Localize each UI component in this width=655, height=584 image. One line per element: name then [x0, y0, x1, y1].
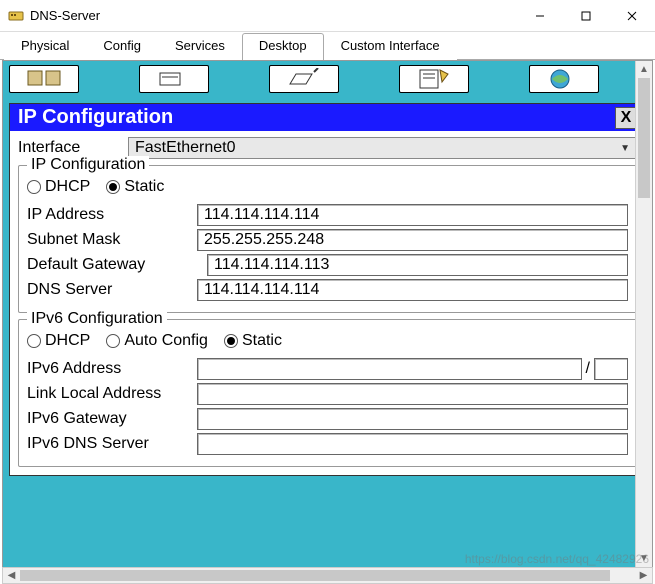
ipv4-fieldset: IP Configuration DHCP Static IP Address1… — [18, 165, 637, 313]
horizontal-scrollbar[interactable]: ◀ ▶ — [2, 567, 653, 584]
ipv6-fieldset: IPv6 Configuration DHCP Auto Config Stat… — [18, 319, 637, 467]
ipv6-dns-label: IPv6 DNS Server — [27, 435, 197, 453]
tab-custom-interface[interactable]: Custom Interface — [324, 33, 457, 60]
ipv6-static-radio[interactable]: Static — [224, 332, 282, 350]
ipv6-prefix-input[interactable] — [594, 358, 628, 380]
desktop-icon-strip — [3, 61, 652, 97]
main-tab-bar: Physical Config Services Desktop Custom … — [0, 32, 655, 60]
ipv4-legend: IP Configuration — [27, 156, 149, 174]
desktop-app-card[interactable] — [529, 65, 599, 93]
desktop-app-card[interactable] — [399, 65, 469, 93]
ip-configuration-panel: IP Configuration X Interface FastEtherne… — [9, 103, 646, 476]
window-title: DNS-Server — [30, 8, 517, 23]
vertical-scroll-thumb[interactable] — [638, 78, 650, 198]
maximize-button[interactable] — [563, 1, 609, 31]
tab-config[interactable]: Config — [86, 33, 158, 60]
desktop-app-card[interactable] — [269, 65, 339, 93]
chevron-down-icon: ▼ — [620, 143, 630, 154]
desktop-app-card[interactable] — [139, 65, 209, 93]
panel-title: IP Configuration — [18, 106, 173, 129]
ip-address-label: IP Address — [27, 206, 197, 224]
scroll-up-arrow-icon[interactable]: ▲ — [636, 61, 652, 78]
subnet-mask-label: Subnet Mask — [27, 231, 197, 249]
link-local-label: Link Local Address — [27, 385, 197, 403]
scroll-right-arrow-icon[interactable]: ▶ — [635, 568, 652, 583]
interface-select[interactable]: FastEthernet0 ▼ — [128, 137, 637, 159]
desktop-workarea: IP Configuration X Interface FastEtherne… — [2, 60, 653, 568]
ipv4-static-radio[interactable]: Static — [106, 178, 164, 196]
dns-server-label: DNS Server — [27, 281, 197, 299]
ipv6-legend: IPv6 Configuration — [27, 310, 167, 328]
ipv6-gateway-input[interactable] — [197, 408, 628, 430]
panel-close-button[interactable]: X — [615, 107, 637, 129]
ipv6-address-input[interactable] — [197, 358, 582, 380]
ipv6-dns-input[interactable] — [197, 433, 628, 455]
minimize-button[interactable] — [517, 1, 563, 31]
interface-value: FastEthernet0 — [135, 139, 236, 157]
subnet-mask-input[interactable]: 255.255.255.248 — [197, 229, 628, 251]
desktop-app-card[interactable] — [9, 65, 79, 93]
ipv6-gateway-label: IPv6 Gateway — [27, 410, 197, 428]
ipv6-auto-radio[interactable]: Auto Config — [106, 332, 208, 350]
window-titlebar: DNS-Server — [0, 0, 655, 32]
vertical-scrollbar[interactable]: ▲ ▼ — [635, 61, 652, 567]
tab-services[interactable]: Services — [158, 33, 242, 60]
horizontal-scroll-thumb[interactable] — [20, 570, 610, 581]
scroll-left-arrow-icon[interactable]: ◀ — [3, 568, 20, 583]
ip-address-input[interactable]: 114.114.114.114 — [197, 204, 628, 226]
tab-physical[interactable]: Physical — [4, 33, 86, 60]
close-window-button[interactable] — [609, 1, 655, 31]
watermark-text: https://blog.csdn.net/qq_42482926 — [465, 552, 649, 566]
ipv6-address-label: IPv6 Address — [27, 360, 197, 378]
default-gateway-label: Default Gateway — [27, 256, 207, 274]
app-icon — [8, 8, 24, 24]
ipv6-dhcp-radio[interactable]: DHCP — [27, 332, 90, 350]
ipv4-dhcp-radio[interactable]: DHCP — [27, 178, 90, 196]
dns-server-input[interactable]: 114.114.114.114 — [197, 279, 628, 301]
panel-titlebar: IP Configuration X — [10, 104, 645, 131]
interface-label: Interface — [18, 139, 128, 157]
link-local-input[interactable] — [197, 383, 628, 405]
tab-desktop[interactable]: Desktop — [242, 33, 324, 60]
ipv6-prefix-slash: / — [582, 360, 594, 378]
default-gateway-input[interactable]: 114.114.114.113 — [207, 254, 628, 276]
